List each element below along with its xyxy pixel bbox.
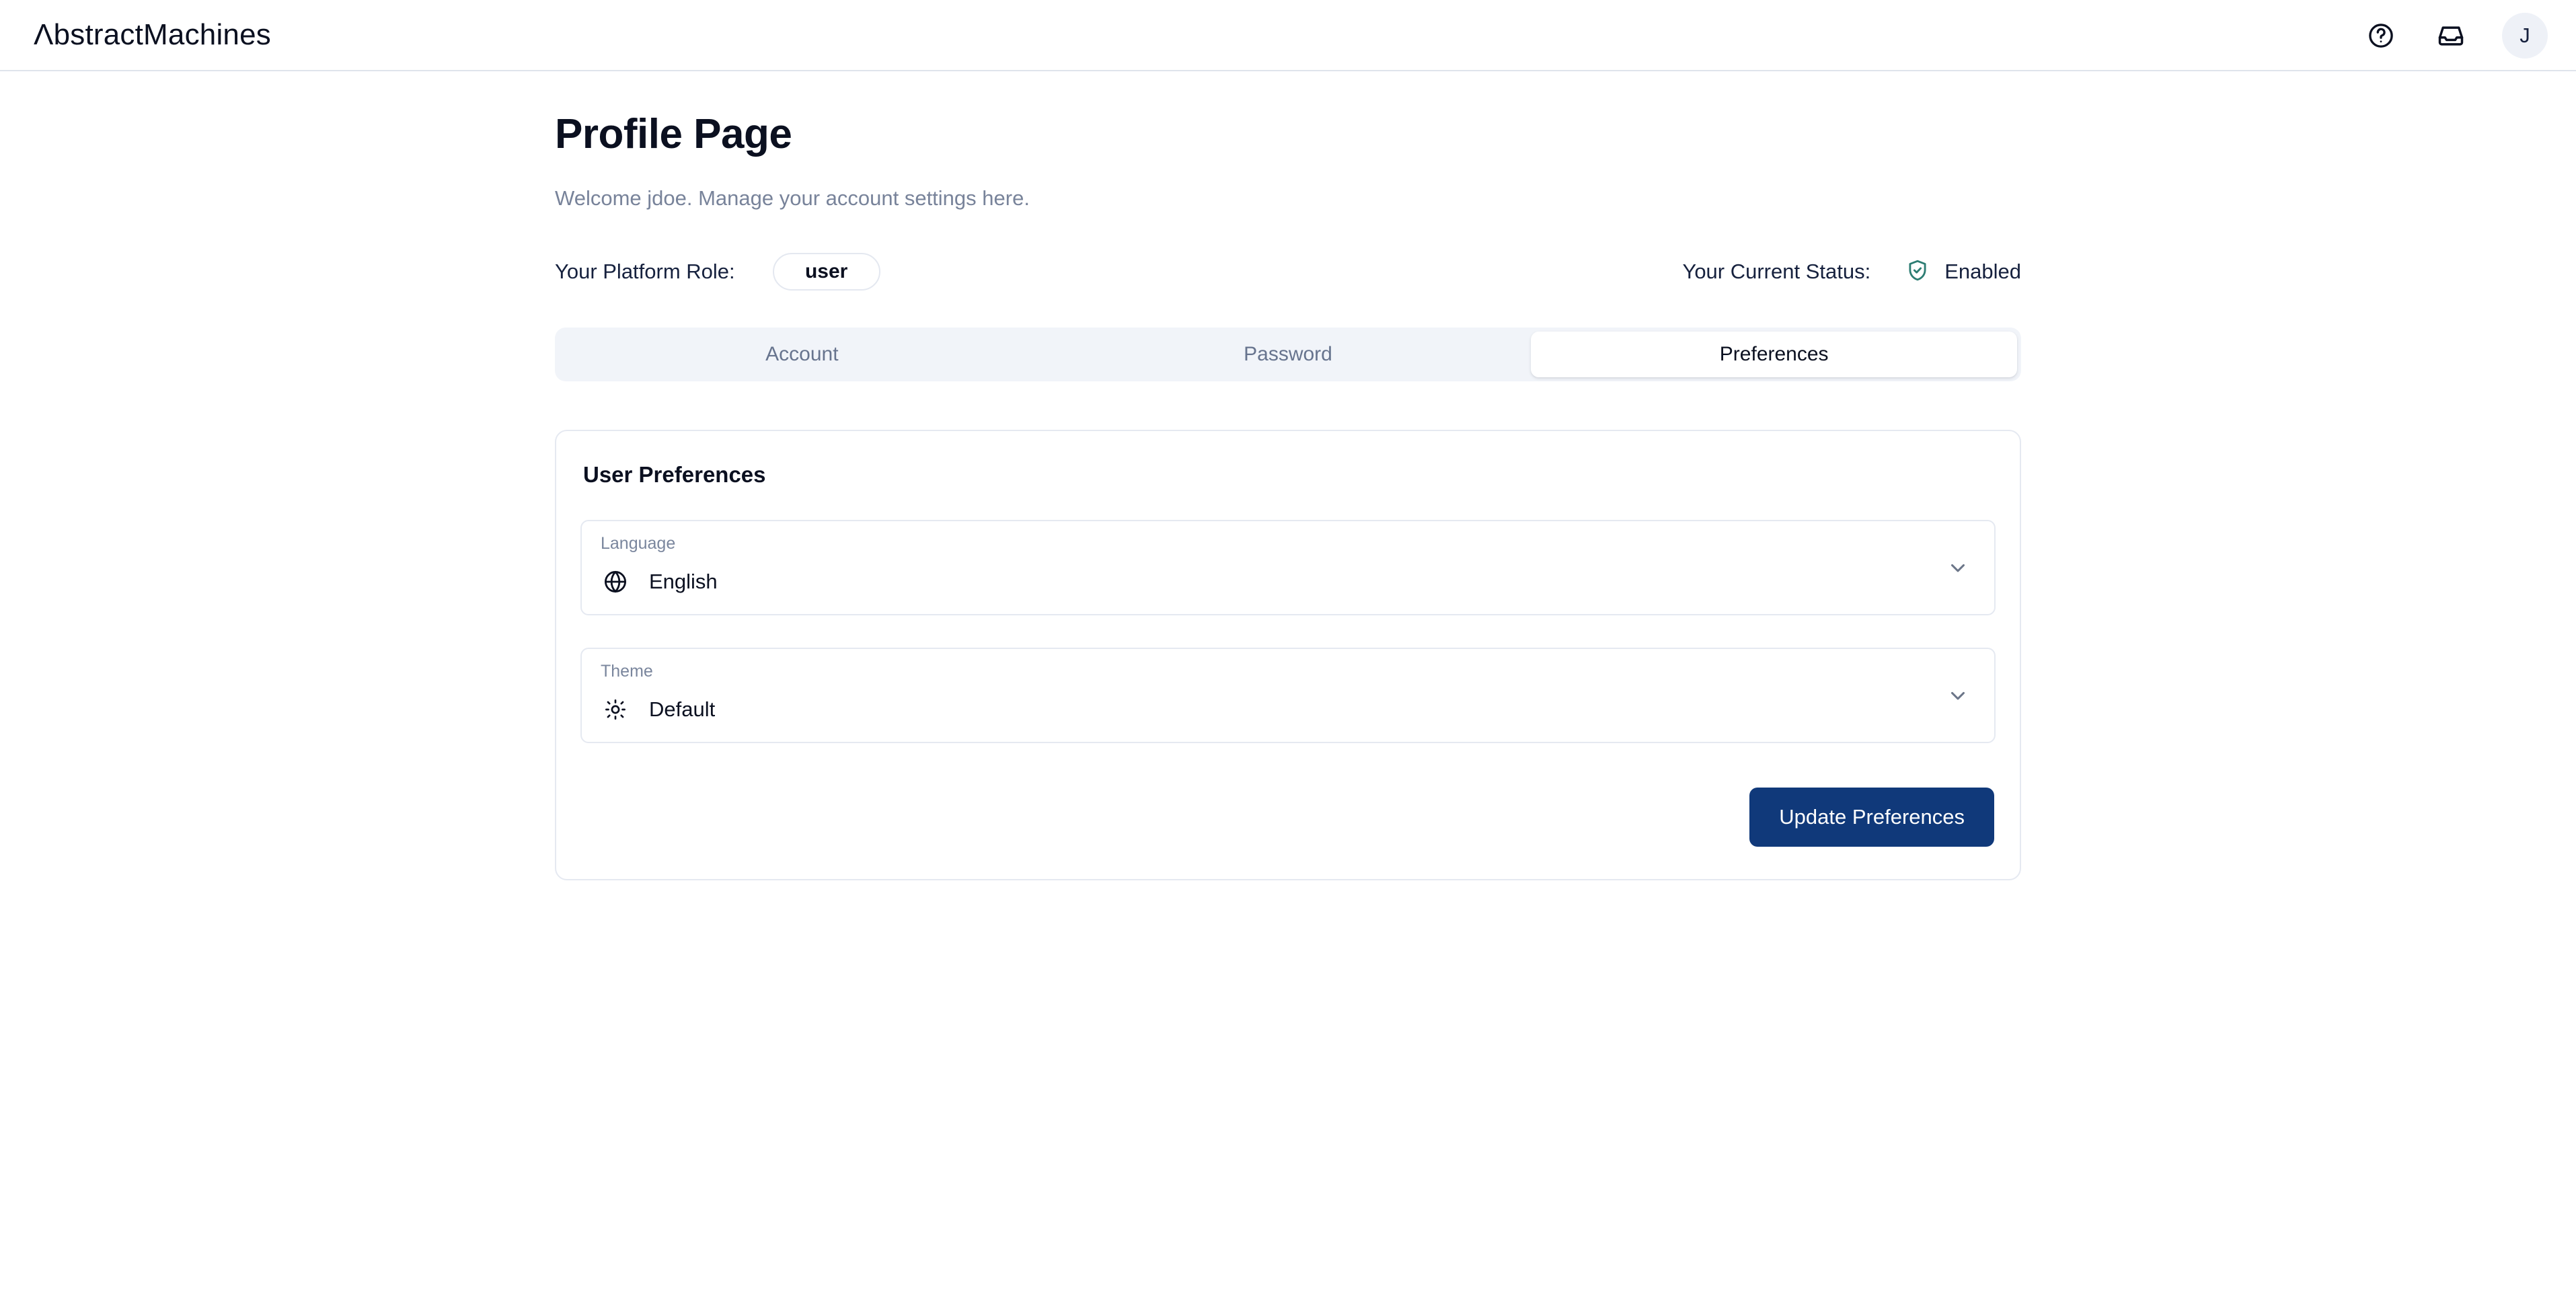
- current-status-label: Your Current Status:: [1682, 260, 1871, 284]
- language-select[interactable]: Language English: [580, 520, 1996, 616]
- brand-logo-m-glyph: M: [143, 18, 168, 51]
- chevron-down-icon[interactable]: [1944, 682, 1971, 709]
- platform-role-badge[interactable]: user: [772, 253, 880, 291]
- avatar[interactable]: J: [2502, 13, 2548, 59]
- shield-check-icon: [1905, 258, 1930, 286]
- card-title: User Preferences: [583, 462, 766, 488]
- tab-preferences[interactable]: Preferences: [1531, 332, 2018, 378]
- platform-role-label: Your Platform Role:: [555, 260, 735, 284]
- brand-logo-part-one: bstract: [53, 18, 144, 51]
- language-value: English: [649, 570, 718, 594]
- status-badge: Enabled: [1905, 258, 2021, 286]
- inbox-icon[interactable]: [2432, 17, 2470, 54]
- brand-logo-part-two: achines: [167, 18, 271, 51]
- top-navigation-bar: Λbstract Machines J: [0, 0, 2576, 71]
- platform-role-group: Your Platform Role: user: [555, 253, 880, 291]
- brand-logo-a-glyph: Λ: [34, 18, 54, 51]
- sun-icon: [601, 695, 630, 724]
- page-title: Profile Page: [555, 111, 792, 157]
- card-actions: Update Preferences: [580, 788, 1996, 847]
- profile-meta-row: Your Platform Role: user Your Current St…: [555, 251, 2021, 293]
- theme-value-row: Default: [601, 695, 1975, 724]
- status-text: Enabled: [1944, 260, 2021, 284]
- chevron-down-icon[interactable]: [1944, 554, 1971, 581]
- theme-label: Theme: [601, 662, 653, 681]
- tab-password[interactable]: Password: [1045, 332, 1531, 377]
- globe-icon: [601, 567, 630, 597]
- theme-select[interactable]: Theme Default: [580, 648, 1996, 744]
- current-status-group: Your Current Status: Enabled: [1682, 258, 2021, 286]
- page-content: Profile Page Welcome jdoe. Manage your a…: [555, 71, 2021, 881]
- language-label: Language: [601, 534, 676, 553]
- brand-logo[interactable]: Λbstract Machines: [34, 18, 271, 52]
- language-value-row: English: [601, 567, 1975, 597]
- help-circle-icon[interactable]: [2362, 17, 2400, 54]
- update-preferences-button[interactable]: Update Preferences: [1749, 788, 1994, 847]
- avatar-initial: J: [2520, 24, 2530, 47]
- tab-account[interactable]: Account: [559, 332, 1045, 377]
- theme-value: Default: [649, 697, 716, 722]
- topbar-actions: J: [2362, 0, 2548, 71]
- page-subtitle: Welcome jdoe. Manage your account settin…: [555, 186, 1030, 211]
- profile-tabs: Account Password Preferences: [555, 328, 2021, 382]
- user-preferences-card: User Preferences Language English Theme …: [555, 430, 2021, 881]
